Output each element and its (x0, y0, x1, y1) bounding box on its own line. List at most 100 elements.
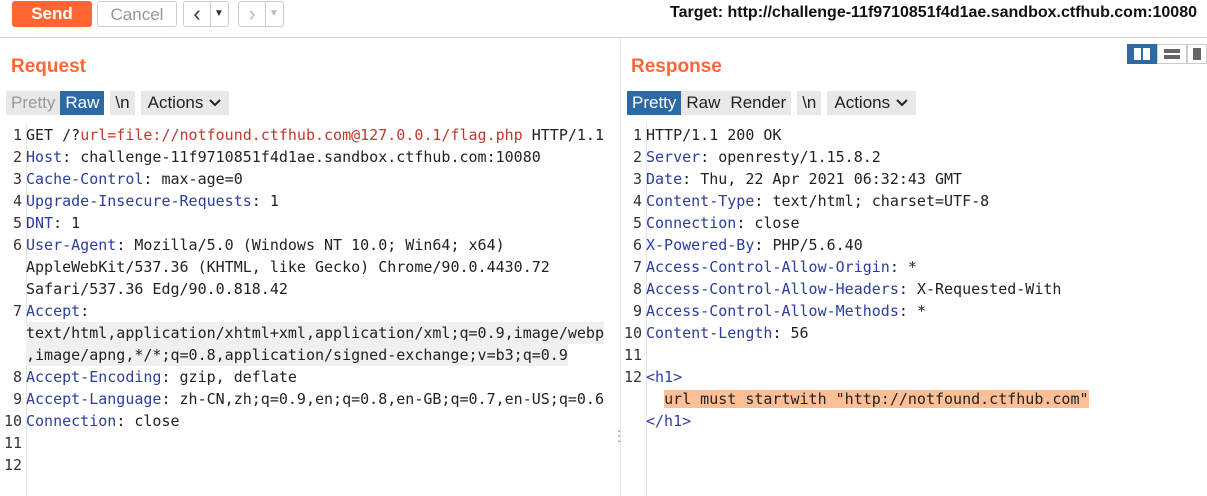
header-name: Host (26, 148, 63, 166)
line-number: 4 (12, 192, 22, 210)
code-line: 11 (0, 432, 618, 454)
header-name: Access-Control-Allow-Headers (646, 280, 899, 298)
header-value: text/html; charset=UTF-8 (772, 192, 990, 210)
line-number: 11 (623, 346, 642, 364)
chevron-right-icon[interactable]: › (239, 2, 265, 26)
line-text: </h1> (646, 410, 691, 432)
line-number: 5 (12, 214, 22, 232)
code-line: 2 Server: openresty/1.15.8.2 (620, 146, 1207, 168)
line-text: Accept-Language: zh-CN,zh;q=0.9,en;q=0.8… (26, 390, 604, 408)
response-editor[interactable]: 1 HTTP/1.1 200 OK 2 Server: openresty/1.15.… (620, 124, 1207, 432)
header-value: X-Requested-With (916, 280, 1062, 298)
line-text: User-Agent: Mozilla/5.0 (Windows NT 10.0… (26, 236, 505, 254)
line-text: Connection: close (646, 214, 800, 232)
header-value: max-age=0 (161, 170, 243, 188)
header-name: Connection (26, 412, 117, 430)
chevron-down-icon[interactable]: ▼ (265, 2, 282, 26)
actions-label: Actions (147, 93, 204, 112)
chevron-down-icon (896, 99, 908, 107)
line-number: 9 (632, 302, 642, 320)
line-text: Cache-Control: max-age=0 (26, 170, 243, 188)
toolbar: Send Cancel ‹ ▼ › ▼ Target: http://chall… (0, 0, 1207, 30)
code-line: 7 Accept: (0, 300, 618, 322)
header-name: Connection (646, 214, 737, 232)
line-number: 10 (3, 412, 22, 430)
header-value: 56 (790, 324, 809, 342)
code-line: 1 HTTP/1.1 200 OK (620, 124, 1207, 146)
line-number: 10 (623, 324, 642, 342)
actions-menu[interactable]: Actions (140, 91, 230, 115)
code-line: 1 GET /?url=file://notfound.ctfhub.com@12… (0, 124, 618, 146)
header-name: Upgrade-Insecure-Requests (26, 192, 252, 210)
code-line: 8 Accept-Encoding: gzip, deflate (0, 366, 618, 388)
line-number: 3 (632, 170, 642, 188)
header-value: * (916, 302, 926, 320)
tab-pretty[interactable]: Pretty (627, 91, 682, 115)
code-line: 12 <h1> (620, 366, 1207, 388)
line-text: Server: openresty/1.15.8.2 (646, 148, 881, 166)
split-rows-icon[interactable] (1157, 44, 1187, 64)
chevron-down-icon (209, 99, 222, 107)
tab-raw[interactable]: Raw (60, 91, 105, 115)
line-text: Access-Control-Allow-Headers: X-Requeste… (646, 280, 1062, 298)
header-value: ,image/apng,*/*;q=0.8,application/signed… (26, 344, 568, 366)
layout-toggle (1127, 44, 1207, 64)
header-value: Safari/537.36 Edg/90.0.818.42 (26, 280, 288, 298)
line-number: 8 (632, 280, 642, 298)
header-name: X-Powered-By (646, 236, 755, 254)
line-number: 1 (632, 126, 642, 144)
send-button[interactable]: Send (12, 1, 92, 27)
line-text: Content-Length: 56 (646, 324, 809, 342)
line-text: DNT: 1 (26, 214, 81, 232)
actions-label: Actions (834, 93, 891, 112)
single-pane-icon[interactable] (1187, 44, 1207, 64)
request-tabs: Pretty Raw \n Actions (6, 91, 230, 115)
code-line: 3 Date: Thu, 22 Apr 2021 06:32:43 GMT (620, 168, 1207, 190)
code-line: 6 X-Powered-By: PHP/5.6.40 (620, 234, 1207, 256)
split-columns-icon[interactable] (1127, 44, 1157, 64)
line-text: Access-Control-Allow-Methods: * (646, 302, 926, 320)
header-name: Access-Control-Allow-Origin (646, 258, 890, 276)
code-line: 6 User-Agent: Mozilla/5.0 (Windows NT 10.… (0, 234, 618, 256)
request-editor[interactable]: 1 GET /?url=file://notfound.ctfhub.com@12… (0, 124, 618, 476)
header-name: Cache-Control (26, 170, 144, 188)
code-line-wrap: text/html,application/xhtml+xml,applicat… (0, 322, 618, 344)
header-name: User-Agent (26, 236, 117, 254)
chevron-left-icon[interactable]: ‹ (184, 2, 210, 26)
tab-pretty[interactable]: Pretty (6, 91, 61, 115)
line-number (0, 322, 26, 344)
line-number: 5 (632, 214, 642, 232)
line-number: 4 (632, 192, 642, 210)
code-line: </h1> (620, 410, 1207, 432)
code-line-wrap: AppleWebKit/537.36 (KHTML, like Gecko) C… (0, 256, 618, 278)
line-text: Upgrade-Insecure-Requests: 1 (26, 192, 279, 210)
code-line: url must startwith "http://notfound.ctfh… (620, 388, 1207, 410)
header-value: 1 (269, 192, 279, 210)
line-text: <h1> (646, 366, 682, 388)
line-number: 3 (12, 170, 22, 188)
forward-nav-group[interactable]: › ▼ (238, 1, 284, 27)
header-value: challenge-11f9710851f4d1ae.sandbox.ctfhu… (80, 148, 541, 166)
code-line: 11 (620, 344, 1207, 366)
chevron-down-icon[interactable]: ▼ (210, 2, 227, 26)
actions-menu[interactable]: Actions (827, 91, 917, 115)
code-line-wrap: Safari/537.36 Edg/90.0.818.42 (0, 278, 618, 300)
line-number (0, 256, 26, 278)
header-name: DNT (26, 214, 54, 232)
header-name: Accept-Encoding (26, 368, 162, 386)
tab-render[interactable]: Render (725, 91, 792, 115)
header-name: Access-Control-Allow-Methods (646, 302, 899, 320)
header-name: Accept-Language (26, 390, 162, 408)
line-text: Date: Thu, 22 Apr 2021 06:32:43 GMT (646, 170, 963, 188)
line-text: Connection: close (26, 412, 180, 430)
newline-toggle[interactable]: \n (797, 91, 822, 115)
back-nav-group[interactable]: ‹ ▼ (183, 1, 229, 27)
newline-toggle[interactable]: \n (110, 91, 135, 115)
target-url[interactable]: Target: http://challenge-11f9710851f4d1a… (670, 4, 1197, 22)
tab-raw[interactable]: Raw (681, 91, 726, 115)
header-name: Content-Type (646, 192, 755, 210)
line-number: 12 (623, 368, 642, 386)
code-line: 9 Accept-Language: zh-CN,zh;q=0.9,en;q=0.… (0, 388, 618, 410)
cancel-button[interactable]: Cancel (97, 1, 177, 27)
line-number: 12 (3, 456, 22, 474)
